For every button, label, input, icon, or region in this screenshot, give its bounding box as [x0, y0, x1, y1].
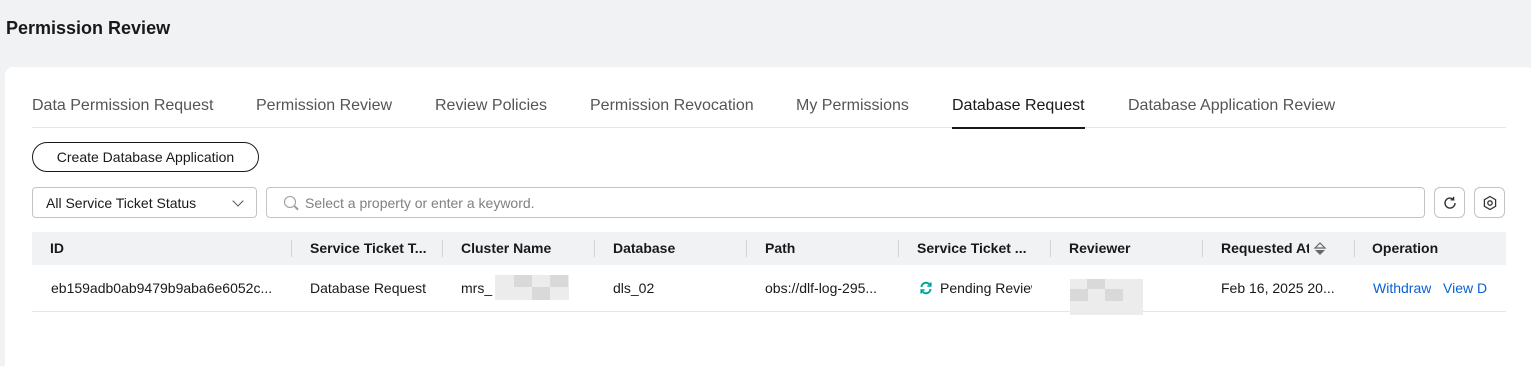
column-header-id: ID: [50, 240, 64, 256]
create-database-application-button[interactable]: Create Database Application: [32, 142, 259, 172]
sort-icon[interactable]: [1313, 241, 1327, 257]
cell-database: dls_02: [613, 280, 655, 296]
tab-permission-review[interactable]: Permission Review: [256, 97, 392, 128]
column-header-ticket-type: Service Ticket T...: [310, 240, 427, 256]
column-header-ticket-status: Service Ticket ...: [917, 240, 1027, 256]
tab-review-policies[interactable]: Review Policies: [435, 97, 547, 128]
chevron-down-icon: [232, 195, 244, 207]
table-row: eb159adb0ab9479b9aba6e6052c... Database …: [32, 265, 1506, 315]
gear-icon: [1483, 195, 1496, 210]
search-box[interactable]: [266, 187, 1425, 218]
cell-id: eb159adb0ab9479b9aba6e6052c...: [51, 280, 273, 296]
tab-database-application-review[interactable]: Database Application Review: [1128, 97, 1335, 128]
column-header-operation: Operation: [1372, 240, 1439, 256]
search-input[interactable]: [305, 194, 1405, 211]
main-card: Data Permission Request Permission Revie…: [5, 67, 1531, 366]
table-header: ID Service Ticket T... Cluster Name Data…: [32, 232, 1506, 265]
tab-data-permission-request[interactable]: Data Permission Request: [32, 97, 213, 128]
column-header-database: Database: [613, 240, 676, 256]
cell-path: obs://dlf-log-295...: [765, 280, 878, 296]
column-header-path: Path: [765, 240, 796, 256]
cell-requested-at: Feb 16, 2025 20...: [1221, 280, 1335, 296]
search-icon: [284, 196, 296, 208]
cell-ticket-status: Pending Review: [940, 280, 1032, 296]
tab-bar: Data Permission Request Permission Revie…: [32, 89, 1506, 129]
column-header-cluster-name: Cluster Name: [461, 240, 552, 256]
tab-permission-revocation[interactable]: Permission Revocation: [590, 97, 754, 128]
settings-button[interactable]: [1474, 187, 1505, 218]
status-filter-value: All Service Ticket Status: [46, 194, 197, 211]
status-filter-select[interactable]: All Service Ticket Status: [32, 187, 257, 218]
refresh-icon: [1443, 196, 1456, 209]
refresh-button[interactable]: [1434, 187, 1465, 218]
tab-database-request[interactable]: Database Request: [952, 97, 1085, 129]
view-details-link[interactable]: View D: [1443, 265, 1488, 312]
tab-my-permissions[interactable]: My Permissions: [796, 97, 909, 128]
pending-status-icon: [920, 281, 932, 295]
column-header-reviewer: Reviewer: [1069, 240, 1131, 256]
withdraw-link[interactable]: Withdraw: [1373, 265, 1431, 312]
page-title: Permission Review: [6, 18, 171, 38]
cell-ticket-type: Database Request: [310, 280, 426, 296]
column-header-requested-at[interactable]: Requested At: [1221, 232, 1309, 265]
